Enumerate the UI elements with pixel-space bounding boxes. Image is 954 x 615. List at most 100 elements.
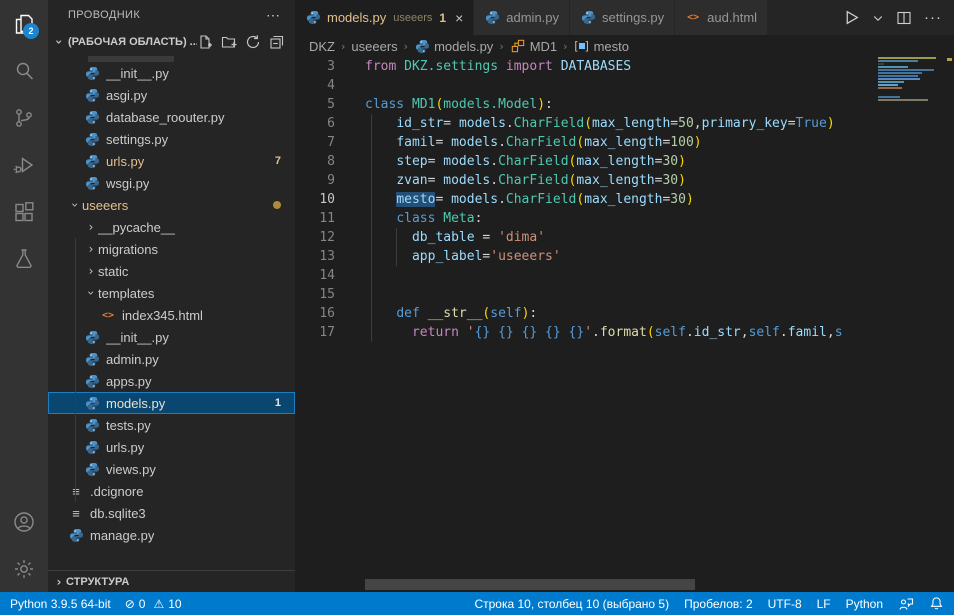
tree-file-views-py[interactable]: views.py [48, 458, 295, 480]
collapse-folders-icon[interactable] [269, 34, 285, 50]
more-actions-icon[interactable]: ⋯ [260, 7, 287, 24]
tree-file-models-py[interactable]: models.py1 [48, 392, 295, 414]
breadcrumb-item-dkz[interactable]: DKZ [309, 39, 335, 54]
bell-icon[interactable] [929, 596, 944, 611]
tree-file-admin-py[interactable]: admin.py [48, 348, 295, 370]
status-encoding[interactable]: UTF-8 [768, 597, 802, 611]
tree-item-label: database_roouter.py [106, 110, 225, 125]
minimap-line [878, 72, 922, 74]
tree-file--init-py[interactable]: __init__.py [48, 62, 295, 84]
tree-file-wsgi-py[interactable]: wsgi.py [48, 172, 295, 194]
breadcrumb-separator-icon: › [404, 40, 408, 53]
search-icon[interactable] [0, 47, 48, 94]
tree-file-db-sqlite3[interactable]: ≡db.sqlite3 [48, 502, 295, 524]
tree-folder-useeers[interactable]: ›useeers [48, 194, 295, 216]
tree-folder-migrations[interactable]: ›migrations [48, 238, 295, 260]
breadcrumb-item-md1[interactable]: MD1 [510, 38, 557, 54]
tree-file-urls-py[interactable]: urls.py7 [48, 150, 295, 172]
code-line[interactable]: 5class MD1(models.Model): [295, 95, 878, 114]
minimap-line [878, 87, 902, 89]
code-line[interactable]: 10 mesto= models.CharField(max_length=30… [295, 190, 878, 209]
split-editor-icon[interactable] [896, 10, 912, 26]
tab-bar: models.pyuseeers1×admin.pysettings.py<>a… [295, 0, 954, 35]
python-icon [84, 153, 100, 169]
breadcrumb-separator-icon: › [341, 40, 345, 53]
run-debug-icon[interactable] [0, 141, 48, 188]
python-icon [84, 461, 100, 477]
code-line[interactable]: 6 id_str= models.CharField(max_length=50… [295, 114, 878, 133]
refresh-icon[interactable] [245, 34, 261, 50]
code-line[interactable]: 9 zvan= models.CharField(max_length=30) [295, 171, 878, 190]
workspace-section-header[interactable]: › (РАБОЧАЯ ОБЛАСТЬ) ... [48, 30, 295, 54]
tree-file--init-py[interactable]: __init__.py [48, 326, 295, 348]
tab-description: useeers [393, 12, 432, 24]
tree-item-label: index345.html [122, 308, 203, 323]
breadcrumb-label: MD1 [530, 39, 557, 54]
tree-folder--pycache-[interactable]: ›__pycache__ [48, 216, 295, 238]
file-icon: ≡ [68, 505, 84, 521]
status-python-interpreter[interactable]: Python 3.9.5 64-bit [10, 597, 111, 611]
tab-aud-html[interactable]: <>aud.html [675, 0, 768, 35]
code-line[interactable]: 11 class Meta: [295, 209, 878, 228]
status-language-mode[interactable]: Python [846, 597, 883, 611]
tree-file-settings-py[interactable]: settings.py [48, 128, 295, 150]
minimap-line [878, 69, 934, 71]
code-line[interactable]: 13 app_label='useeers' [295, 247, 878, 266]
breadcrumb-separator-icon: › [563, 40, 567, 53]
code-line[interactable]: 14 [295, 266, 878, 285]
status-indentation[interactable]: Пробелов: 2 [684, 597, 753, 611]
new-folder-icon[interactable] [221, 34, 237, 50]
python-icon [414, 38, 430, 54]
tree-file-database-roouter-py[interactable]: database_roouter.py [48, 106, 295, 128]
minimap-line [878, 99, 928, 101]
outline-section-header[interactable]: › СТРУКТУРА [48, 570, 295, 592]
tree-file-asgi-py[interactable]: asgi.py [48, 84, 295, 106]
code-line[interactable]: 17 return '{} {} {} {} {}'.format(self.i… [295, 323, 878, 342]
status-eol[interactable]: LF [817, 597, 831, 611]
tree-file-tests-py[interactable]: tests.py [48, 414, 295, 436]
tree-file-apps-py[interactable]: apps.py [48, 370, 295, 392]
tree-file-manage-py[interactable]: manage.py [48, 524, 295, 546]
feedback-icon[interactable] [898, 596, 914, 612]
horizontal-scrollbar[interactable] [365, 579, 695, 590]
breadcrumb-item-models-py[interactable]: models.py [414, 38, 493, 54]
editor-group: models.pyuseeers1×admin.pysettings.py<>a… [295, 0, 954, 592]
tree-file--dcignore[interactable]: ≡.dcignore [48, 480, 295, 502]
source-control-icon[interactable] [0, 94, 48, 141]
code-line[interactable]: 4 [295, 76, 878, 95]
tab-admin-py[interactable]: admin.py [474, 0, 570, 35]
tab-label: models.py [327, 10, 386, 25]
tree-folder-templates[interactable]: ›templates [48, 282, 295, 304]
testing-icon[interactable] [0, 235, 48, 282]
code-line-text: return '{} {} {} {} {}'.format(self.id_s… [335, 323, 843, 342]
minimap[interactable] [878, 57, 945, 592]
settings-gear-icon[interactable] [0, 545, 48, 592]
account-icon[interactable] [0, 498, 48, 545]
code-line[interactable]: 3from DKZ.settings import DATABASES [295, 57, 878, 76]
code-line[interactable]: 7 famil= models.CharField(max_length=100… [295, 133, 878, 152]
code-editor[interactable]: 3from DKZ.settings import DATABASES45cla… [295, 57, 878, 578]
status-cursor-position[interactable]: Строка 10, столбец 10 (выбрано 5) [474, 597, 669, 611]
new-file-icon[interactable] [197, 34, 213, 50]
line-number: 8 [295, 152, 335, 171]
tree-file-urls-py[interactable]: urls.py [48, 436, 295, 458]
more-editor-actions-icon[interactable]: ··· [924, 9, 942, 26]
code-line[interactable]: 16 def __str__(self): [295, 304, 878, 323]
code-line[interactable]: 12 db_table = 'dima' [295, 228, 878, 247]
tree-folder-static[interactable]: ›static [48, 260, 295, 282]
outline-label: СТРУКТУРА [66, 576, 129, 588]
tab-models-py[interactable]: models.pyuseeers1× [295, 0, 474, 35]
breadcrumb-item-mesto[interactable]: []mesto [574, 38, 629, 54]
run-dropdown-chevron-icon[interactable] [872, 12, 884, 24]
tab-settings-py[interactable]: settings.py [570, 0, 675, 35]
tree-indent-guide [75, 238, 76, 502]
code-line[interactable]: 15 [295, 285, 878, 304]
close-icon[interactable]: × [455, 11, 463, 25]
status-problems[interactable]: ⊘0⚠10 [125, 597, 182, 611]
run-python-file-icon[interactable] [843, 9, 860, 26]
code-line[interactable]: 8 step= models.CharField(max_length=30) [295, 152, 878, 171]
breadcrumb-item-useeers[interactable]: useeers [351, 39, 397, 54]
tree-file-index345-html[interactable]: <>index345.html [48, 304, 295, 326]
extensions-icon[interactable] [0, 188, 48, 235]
explorer-icon[interactable]: 2 [0, 0, 48, 47]
